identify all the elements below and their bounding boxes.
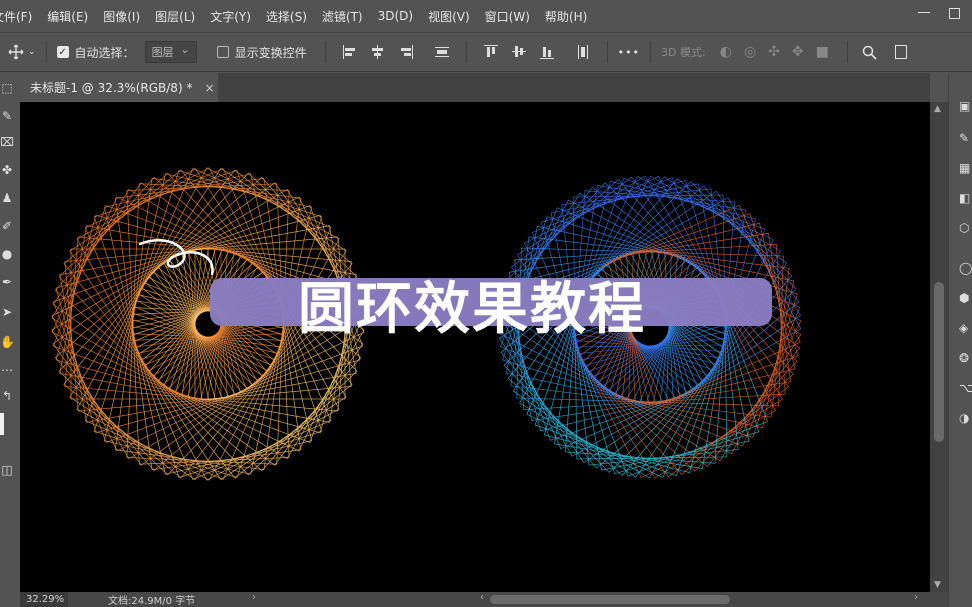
scroll-up-icon[interactable]: ▲ [934, 104, 941, 114]
scroll-right-icon[interactable]: › [914, 592, 918, 603]
dodge-tool-icon[interactable]: ● [0, 247, 14, 261]
close-tab-icon[interactable]: × [204, 81, 214, 95]
adjust-panel-icon[interactable]: ◧ [959, 191, 972, 205]
menu-image[interactable]: 图像(I) [103, 8, 140, 25]
3d-roll-icon[interactable]: ◎ [744, 44, 756, 60]
scroll-down-icon[interactable]: ▼ [934, 580, 941, 590]
history-panel-icon[interactable]: ▣ [959, 99, 972, 113]
3d-slide-icon[interactable]: ✥ [792, 44, 804, 60]
menu-view[interactable]: 视图(V) [428, 8, 470, 25]
channels-panel-icon[interactable]: ❂ [959, 351, 972, 365]
quick-mask-icon[interactable]: ◫ [0, 463, 14, 477]
workspace-icon[interactable] [894, 45, 907, 59]
align-hcenter-icon[interactable] [370, 44, 386, 60]
menu-select[interactable]: 选择(S) [266, 8, 307, 25]
vertical-scrollbar[interactable]: ▲ ▼ [930, 102, 948, 592]
menu-layer[interactable]: 图层(L) [155, 8, 195, 25]
menu-type[interactable]: 文字(Y) [210, 8, 251, 25]
menu-help[interactable]: 帮助(H) [545, 8, 587, 25]
menu-filter[interactable]: 滤镜(T) [322, 8, 363, 25]
options-bar: ⌄ ✓ 自动选择： 图层 显示变换控件 ••• 3D 模式: ◐ ◎ ✣ ✥ ■ [0, 32, 972, 72]
tools-panel: ⬚ ✎ ⌧ ✤ ♟ ✐ ● ✒ ➤ ✋ ⋯ ↰ ◫ [0, 73, 20, 591]
status-arrow-icon[interactable]: › [252, 592, 256, 603]
document-size[interactable]: 文档:24.9M/0 字节 [108, 592, 195, 607]
move-icon[interactable] [8, 44, 24, 60]
scroll-left-icon[interactable]: ‹ [480, 592, 484, 603]
search-icon[interactable] [862, 45, 877, 60]
swatches-panel-icon[interactable]: ▦ [959, 161, 972, 175]
menu-window[interactable]: 窗口(W) [485, 8, 530, 25]
title-text: 圆环效果教程 [298, 277, 646, 342]
divider [846, 41, 848, 63]
document-tab-title: 未标题-1 @ 32.3%(RGB/8) * [30, 81, 193, 95]
auto-select-label: 自动选择： [74, 45, 135, 60]
foreground-color-swatch[interactable] [0, 413, 4, 435]
maximize-icon[interactable] [949, 7, 960, 19]
more-options-button[interactable]: ••• [618, 46, 640, 59]
horizontal-scroll-thumb[interactable] [490, 595, 730, 604]
eraser-tool-icon[interactable]: ✐ [0, 219, 14, 233]
tool-preset-chevron-icon[interactable]: ⌄ [28, 47, 36, 57]
layers-panel-icon[interactable]: ◈ [959, 321, 972, 335]
auto-select-checkbox[interactable]: ✓ [56, 46, 69, 58]
scroll-thumb[interactable] [934, 282, 944, 442]
3d-camera-icon[interactable]: ■ [816, 44, 829, 60]
menu-edit[interactable]: 编辑(E) [47, 8, 88, 25]
show-transform-label: 显示变换控件 [234, 45, 307, 60]
color-swap-icon[interactable]: ↰ [0, 389, 14, 403]
color-panel-icon[interactable]: ◑ [959, 411, 972, 425]
stamp-tool-icon[interactable]: ♟ [0, 191, 14, 205]
align-top-icon[interactable] [483, 44, 499, 60]
distribute-icon[interactable] [434, 44, 450, 60]
divider [606, 41, 608, 63]
marquee-tool-icon[interactable]: ⬚ [0, 81, 14, 95]
align-left-icon[interactable] [342, 44, 358, 60]
canvas[interactable]: 圆环效果教程 [20, 102, 930, 592]
align-right-icon[interactable] [398, 44, 414, 60]
3d-mode-label: 3D 模式: [661, 46, 706, 59]
more-tools-icon[interactable]: ⋯ [0, 363, 14, 377]
divider [465, 41, 467, 63]
window-controls [917, 6, 960, 20]
properties-panel-icon[interactable]: ⬢ [959, 291, 972, 305]
menu-3d[interactable]: 3D(D) [378, 9, 413, 23]
hand-tool-icon[interactable]: ✋ [0, 335, 15, 349]
divider [45, 41, 47, 63]
brush-tool-icon[interactable]: ✎ [0, 109, 14, 123]
divider [324, 41, 326, 63]
show-transform-checkbox[interactable] [216, 46, 229, 58]
artwork [51, 167, 802, 481]
document-tab[interactable]: 未标题-1 @ 32.3%(RGB/8) * × [20, 73, 218, 102]
path-select-tool-icon[interactable]: ➤ [0, 305, 14, 319]
crop-tool-icon[interactable]: ⌧ [0, 135, 14, 149]
brush-panel-icon[interactable]: ✎ [959, 131, 972, 145]
distribute-vertical-icon[interactable] [575, 44, 591, 60]
document-tab-bar: 未标题-1 @ 32.3%(RGB/8) * × [20, 73, 930, 102]
status-bar: 32.29% 文档:24.9M/0 字节 › ‹ › [20, 592, 948, 607]
right-panel-dock: ▣ ✎ ▦ ◧ ⬡ ◯ ⬢ ◈ ❂ ⌥ ◑ [948, 73, 972, 607]
menu-bar: 文件(F) 编辑(E) 图像(I) 图层(L) 文字(Y) 选择(S) 滤镜(T… [0, 0, 972, 32]
zoom-level[interactable]: 32.29% [20, 592, 68, 607]
align-bottom-icon[interactable] [539, 44, 555, 60]
minimize-icon[interactable] [917, 6, 931, 20]
menu-file[interactable]: 文件(F) [0, 8, 32, 25]
3d-panel-icon[interactable]: ⬡ [959, 221, 972, 235]
auto-select-dropdown[interactable]: 图层 [144, 41, 197, 63]
paths-panel-icon[interactable]: ⌥ [959, 381, 972, 395]
3d-pan-icon[interactable]: ✣ [768, 44, 780, 60]
pen-tool-icon[interactable]: ✒ [0, 275, 14, 289]
divider [650, 41, 652, 63]
3d-orbit-icon[interactable]: ◐ [720, 44, 732, 60]
align-vcenter-icon[interactable] [511, 44, 527, 60]
learn-panel-icon[interactable]: ◯ [959, 261, 972, 275]
healing-tool-icon[interactable]: ✤ [0, 163, 14, 177]
